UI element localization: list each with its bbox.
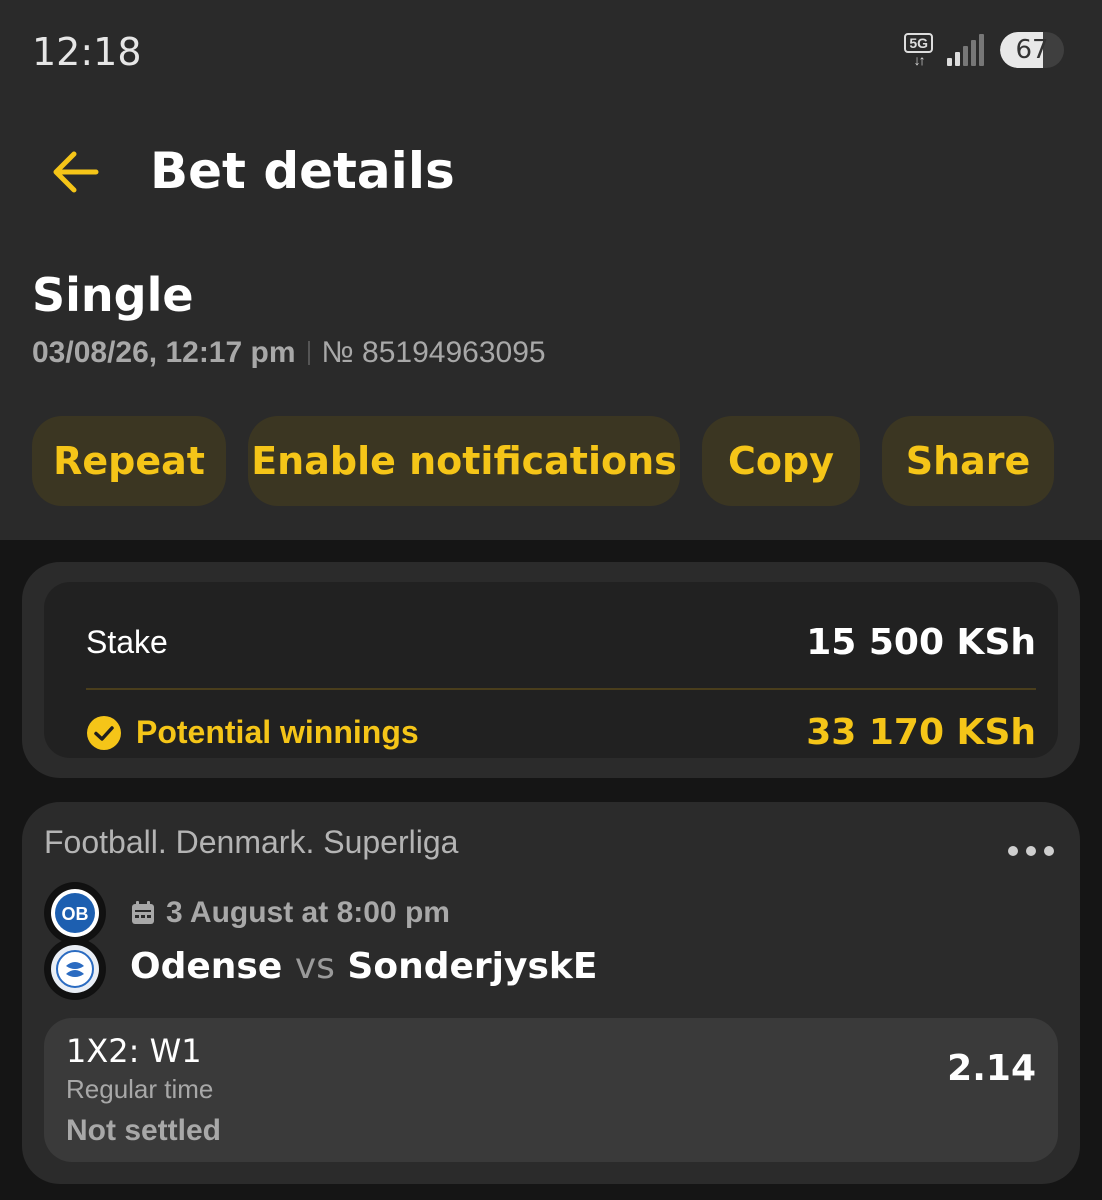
home-team: Odense <box>130 946 283 987</box>
meta-divider <box>307 341 310 365</box>
network-5g-icon: 5G ↓↑ <box>904 33 933 67</box>
vs-label: vs <box>294 946 335 987</box>
check-circle-icon <box>87 715 121 750</box>
status-time: 12:18 <box>32 30 142 74</box>
market-label: 1X2: W1 <box>66 1032 202 1070</box>
share-button[interactable]: Share <box>882 416 1054 506</box>
stake-value: 15 500 KSh <box>806 622 1036 663</box>
bet-datetime: 03/08/26, 12:17 pm <box>32 336 296 369</box>
stake-row: Stake 15 500 KSh <box>86 622 1036 663</box>
enable-notifications-button[interactable]: Enable notifications <box>248 416 680 506</box>
action-buttons: Repeat Enable notifications Copy Share <box>32 416 1054 506</box>
copy-button[interactable]: Copy <box>702 416 860 506</box>
period-label: Regular time <box>66 1074 214 1104</box>
selection-panel: 1X2: W1 Regular time Not settled 2.14 <box>44 1018 1058 1162</box>
bet-meta: 03/08/26, 12:17 pm № 85194963095 <box>32 336 546 370</box>
network-label: 5G <box>904 33 933 53</box>
divider <box>86 688 1036 690</box>
bet-number: № 85194963095 <box>321 336 546 369</box>
more-options-icon[interactable] <box>1008 846 1054 856</box>
match-date-text: 3 August at 8:00 pm <box>166 896 450 929</box>
league-label: Football. Denmark. Superliga <box>44 824 459 860</box>
battery-icon: 67 <box>1000 32 1064 68</box>
data-arrows-icon: ↓↑ <box>913 52 926 68</box>
odense-logo: OB <box>44 882 106 944</box>
winnings-label: Potential winnings <box>136 714 419 750</box>
winnings-row: Potential winnings 33 170 KSh <box>86 712 1036 753</box>
odds-value: 2.14 <box>947 1048 1036 1089</box>
stake-label: Stake <box>86 624 168 660</box>
match-date: 3 August at 8:00 pm <box>130 896 450 930</box>
page-title: Bet details <box>150 142 455 200</box>
winnings-value: 33 170 KSh <box>806 712 1036 753</box>
header-area: 12:18 5G ↓↑ 67 Bet details Single 03/08/… <box>0 0 1102 540</box>
signal-strength-icon <box>947 34 984 66</box>
status-icons: 5G ↓↑ 67 <box>904 32 1064 68</box>
repeat-button[interactable]: Repeat <box>32 416 226 506</box>
sonderjyske-logo <box>44 938 106 1000</box>
battery-percent: 67 <box>1015 35 1049 65</box>
match-teams[interactable]: Odense vs SonderjyskE <box>130 946 597 987</box>
event-card: Football. Denmark. Superliga OB 3 August… <box>22 802 1080 1184</box>
calendar-icon <box>132 901 154 924</box>
settlement-status: Not settled <box>66 1114 222 1147</box>
stake-panel: Stake 15 500 KSh Potential winnings 33 1… <box>44 582 1058 758</box>
away-team: SonderjyskE <box>347 946 598 987</box>
home-logo-text: OB <box>62 904 89 924</box>
bet-type: Single <box>32 268 194 322</box>
arrow-left-icon[interactable] <box>50 150 100 194</box>
stake-card: Stake 15 500 KSh Potential winnings 33 1… <box>22 562 1080 778</box>
